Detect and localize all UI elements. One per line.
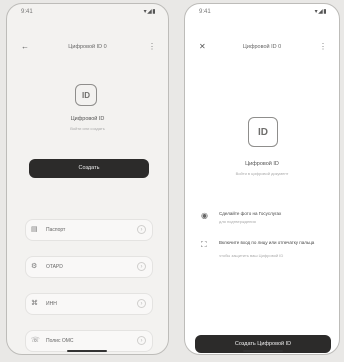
status-icons: ▾◢▮: [143, 9, 156, 15]
home-indicator: [67, 350, 107, 352]
digital-id-icon: ID: [75, 84, 97, 106]
phone-icon: ☏: [31, 337, 40, 344]
hero-subtitle: Войти в цифровой документ: [235, 171, 289, 176]
step-photo: ◉ Сделайте фото на Госуслугах для подтве…: [197, 211, 329, 233]
method-label: ИНН: [46, 301, 57, 307]
status-bar: 9:41 ▾◢▮: [7, 8, 168, 18]
page-title: Цифровой ID 0: [68, 44, 107, 50]
home-indicator: [243, 350, 283, 352]
hero-subtitle: Войти или создать: [70, 126, 105, 131]
status-icons: ▾◢▮: [314, 9, 327, 15]
digital-id-icon: ID: [248, 117, 278, 147]
hero-title: Цифровой ID: [245, 161, 279, 167]
phone-screen-left: 9:41 ▾◢▮ ← Цифровой ID 0 ⋮ ID Цифровой I…: [6, 3, 169, 355]
top-app-bar: ✕ Цифровой ID 0 ⋮: [185, 42, 339, 54]
chevron-right-icon: ›: [137, 336, 146, 345]
step-subtitle: для подтверждения: [219, 219, 256, 224]
face-scan-icon: ⛶: [201, 240, 207, 249]
method-label: Паспорт: [46, 227, 66, 233]
chevron-right-icon: ›: [137, 299, 146, 308]
method-label: Полис ОМС: [46, 338, 74, 344]
step-title: Сделайте фото на Госуслугах: [219, 211, 282, 216]
chevron-right-icon: ›: [137, 262, 146, 271]
method-passport[interactable]: ▤ Паспорт ›: [25, 219, 153, 241]
method-oms[interactable]: ☏ Полис ОМС ›: [25, 330, 153, 352]
method-otapd[interactable]: ⚙ OTAPD ›: [25, 256, 153, 278]
hero-title: Цифровой ID: [70, 116, 105, 122]
status-time: 9:41: [199, 9, 211, 15]
status-bar: 9:41 ▾◢▮: [185, 8, 339, 18]
step-subtitle: чтобы защитить ваш Цифровой ID: [219, 253, 284, 258]
step-biometry: ⛶ Включите вход по лицу или отпечатку па…: [197, 240, 329, 262]
status-time: 9:41: [21, 9, 33, 15]
card-icon: ⌘: [31, 300, 38, 307]
passport-icon: ▤: [31, 226, 38, 233]
login-button[interactable]: Создать: [29, 159, 149, 178]
step-title: Включите вход по лицу или отпечатку паль…: [219, 240, 315, 245]
more-options-icon[interactable]: ⋮: [319, 42, 327, 52]
gear-icon: ⚙: [31, 263, 38, 270]
camera-icon: ◉: [201, 211, 208, 220]
page-title: Цифровой ID 0: [242, 44, 282, 50]
chevron-right-icon: ›: [137, 225, 146, 234]
method-label: OTAPD: [46, 264, 63, 270]
method-inn[interactable]: ⌘ ИНН ›: [25, 293, 153, 315]
top-app-bar: ← Цифровой ID 0 ⋮: [7, 42, 168, 54]
more-options-icon[interactable]: ⋮: [148, 42, 156, 52]
phone-screen-right: 9:41 ▾◢▮ ✕ Цифровой ID 0 ⋮ ID Цифровой I…: [184, 3, 340, 355]
